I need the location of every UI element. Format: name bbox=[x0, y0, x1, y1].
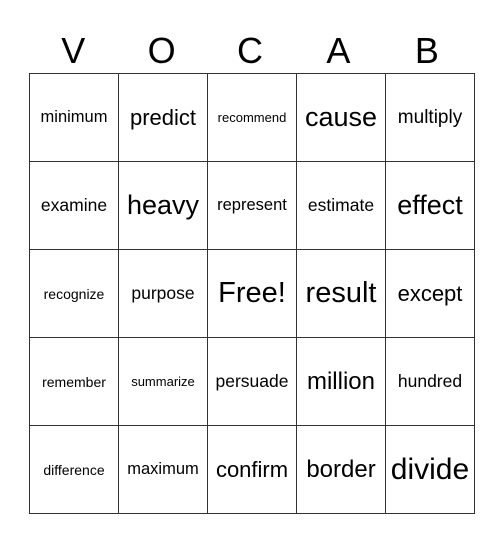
bingo-cell: heavy bbox=[118, 161, 208, 250]
bingo-cell: result bbox=[296, 249, 386, 338]
bingo-cell: recommend bbox=[207, 73, 297, 162]
bingo-cell: border bbox=[296, 425, 386, 514]
bingo-cell: predict bbox=[118, 73, 208, 162]
bingo-cell: maximum bbox=[118, 425, 208, 514]
bingo-cell: million bbox=[296, 337, 386, 426]
bingo-cell: persuade bbox=[207, 337, 297, 426]
bingo-cell: minimum bbox=[29, 73, 119, 162]
header-letter: O bbox=[147, 30, 176, 71]
bingo-row: difference maximum confirm border divide bbox=[29, 425, 475, 514]
bingo-cell: effect bbox=[385, 161, 475, 250]
bingo-cell: hundred bbox=[385, 337, 475, 426]
header-letter: A bbox=[326, 30, 351, 71]
bingo-card: minimum predict recommend cause multiply… bbox=[29, 73, 475, 514]
bingo-cell: except bbox=[385, 249, 475, 338]
bingo-row: remember summarize persuade million hund… bbox=[29, 337, 475, 426]
bingo-cell: remember bbox=[29, 337, 119, 426]
bingo-cell: multiply bbox=[385, 73, 475, 162]
bingo-row: examine heavy represent estimate effect bbox=[29, 161, 475, 250]
header-letter: V bbox=[61, 30, 86, 71]
bingo-cell: confirm bbox=[207, 425, 297, 514]
header-letter: C bbox=[237, 30, 264, 71]
bingo-cell: examine bbox=[29, 161, 119, 250]
bingo-cell: divide bbox=[385, 425, 475, 514]
bingo-cell: difference bbox=[29, 425, 119, 514]
bingo-header: V O C A B bbox=[29, 28, 471, 73]
bingo-cell: recognize bbox=[29, 249, 119, 338]
bingo-cell: cause bbox=[296, 73, 386, 162]
header-letter: B bbox=[414, 30, 439, 71]
free-space-cell: Free! bbox=[207, 249, 297, 338]
bingo-cell: summarize bbox=[118, 337, 208, 426]
bingo-row: recognize purpose Free! result except bbox=[29, 249, 475, 338]
bingo-cell: estimate bbox=[296, 161, 386, 250]
bingo-cell: purpose bbox=[118, 249, 208, 338]
bingo-row: minimum predict recommend cause multiply bbox=[29, 73, 475, 162]
bingo-cell: represent bbox=[207, 161, 297, 250]
